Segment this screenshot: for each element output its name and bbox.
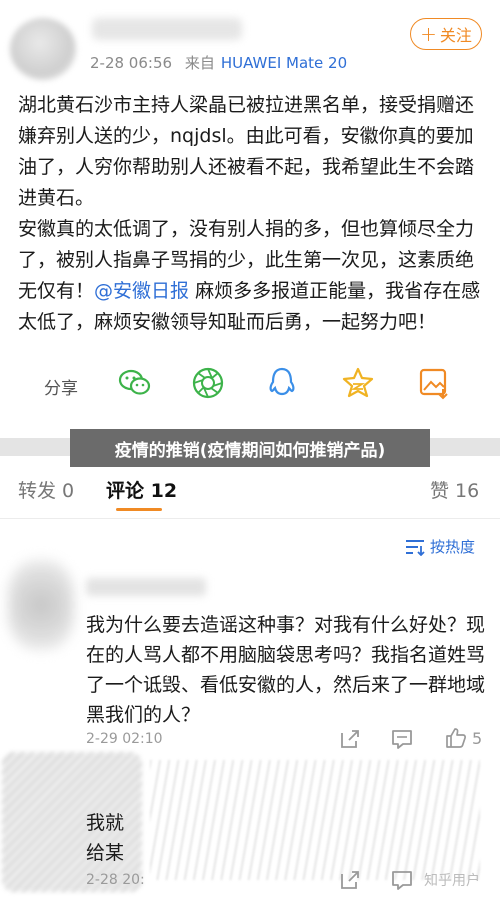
- reply-comment-icon[interactable]: [390, 727, 414, 751]
- comment-text-line-1: 我就: [86, 812, 125, 834]
- comment-text: 我为什么要去造谣这种事？对我有什么好处？现在的人骂人都不用脑脑袋思考吗？我指名道…: [86, 614, 486, 726]
- reply-comment-icon[interactable]: [390, 868, 414, 892]
- comment-text-partial: 我就 给某: [86, 808, 124, 868]
- share-comment-icon[interactable]: [338, 727, 362, 751]
- tab-likes[interactable]: 赞 16: [430, 476, 479, 503]
- qzone-star-icon[interactable]: [340, 365, 376, 401]
- moments-icon[interactable]: [190, 365, 226, 401]
- tab-reposts[interactable]: 转发 0: [18, 476, 74, 503]
- post-author-name-blurred[interactable]: [92, 18, 242, 40]
- comment-text-line-2: 给某: [86, 842, 125, 864]
- post-paragraph-1: 湖北黄石沙市主持人梁晶已被拉进黑名单，接受捐赠还嫌弃别人送的少，nqjdsl。由…: [18, 94, 475, 209]
- follow-label: 关注: [439, 26, 472, 45]
- qq-icon[interactable]: [264, 365, 300, 401]
- comment-avatar[interactable]: [8, 560, 74, 650]
- mention-link[interactable]: @安徽日报: [94, 280, 189, 302]
- wechat-icon[interactable]: [117, 365, 153, 401]
- active-tab-indicator: [116, 508, 162, 511]
- post-timestamp: 2-28 06:56: [90, 54, 173, 72]
- share-label: 分享: [44, 379, 78, 399]
- post-paragraph-2: 安徽真的太低调了，没有别人捐的多，但也算倾尽全力了，被别人指鼻子骂捐的少，此生第…: [18, 214, 488, 338]
- comment-like-count: 5: [472, 729, 483, 748]
- post-source-prefix: 来自: [184, 54, 215, 72]
- sort-icon: [406, 539, 425, 556]
- tab-comments[interactable]: 评论 12: [106, 476, 177, 503]
- like-comment-icon[interactable]: [444, 726, 468, 750]
- post-meta: 2-28 06:56 来自 HUAWEI Mate 20: [90, 52, 347, 73]
- tabs-divider: [0, 518, 500, 519]
- comment-time: 2-29 02:10: [86, 731, 163, 747]
- save-image-icon[interactable]: [416, 365, 452, 401]
- blur-overlay: [150, 760, 480, 880]
- post-body: 湖北黄石沙市主持人梁晶已被拉进黑名单，接受捐赠还嫌弃别人送的少，nqjdsl。由…: [18, 90, 488, 338]
- article-title-banner: 疫情的推销(疫情期间如何推销产品): [70, 429, 430, 467]
- watermark: 知乎用户: [424, 873, 480, 889]
- share-comment-icon[interactable]: [338, 868, 362, 892]
- post-author-avatar[interactable]: [10, 18, 76, 80]
- comment-time: 2-28 20:: [86, 872, 145, 888]
- sort-by-hot-button[interactable]: 按热度: [404, 536, 475, 557]
- comment-author-name-blurred[interactable]: [86, 578, 206, 596]
- plus-icon: +: [420, 22, 437, 46]
- post-source-device[interactable]: HUAWEI Mate 20: [221, 54, 347, 72]
- sort-label: 按热度: [430, 538, 476, 556]
- follow-button[interactable]: + 关注: [410, 18, 482, 50]
